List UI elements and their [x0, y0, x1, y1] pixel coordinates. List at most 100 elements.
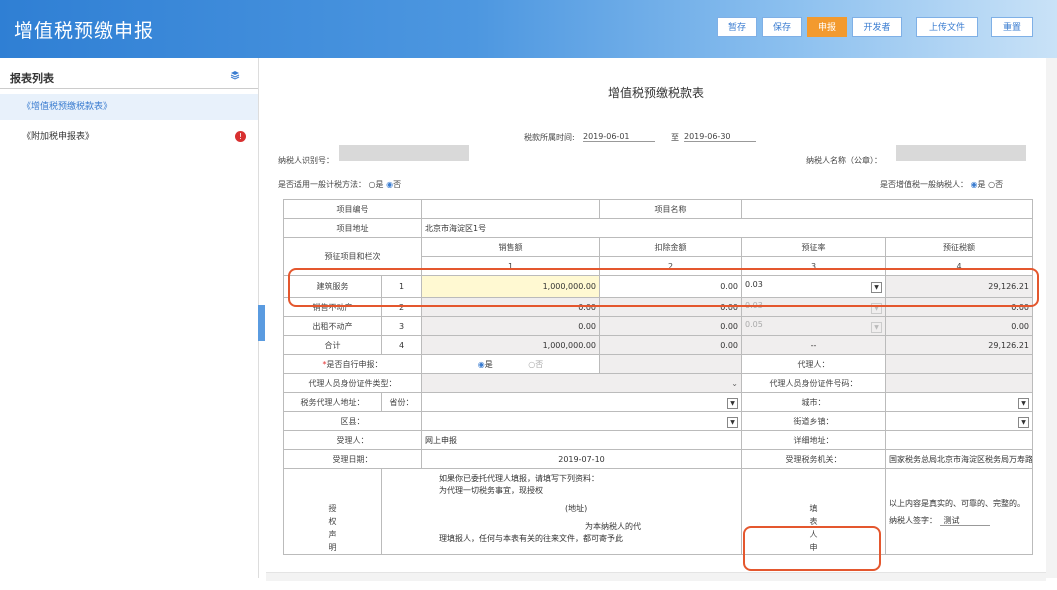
col-header-rate: 预征率 — [741, 237, 886, 257]
submit-button[interactable]: 申报 — [807, 17, 847, 37]
self-declare-spacer — [599, 354, 742, 374]
signature-row: 纳税人签字： 测试 — [889, 515, 1029, 526]
save-temp-button[interactable]: 暂存 — [717, 17, 757, 37]
district-label: 区县： — [283, 411, 422, 431]
sidebar-header: 报表列表 — [0, 64, 258, 89]
sidebar: 报表列表 《增值税预缴税款表》 《附加税申报表》 ! — [0, 58, 259, 578]
sales-total: 1,000,000.00 — [421, 335, 600, 355]
dropdown-arrow-icon[interactable]: ▼ — [727, 397, 738, 409]
agent-addr-label: 税务代理人地址： — [283, 392, 382, 412]
save-button[interactable]: 保存 — [762, 17, 802, 37]
district-select[interactable]: ▼ — [421, 411, 742, 431]
col-header-tax: 预征税额 — [885, 237, 1033, 257]
detail-addr-field[interactable] — [885, 430, 1033, 450]
chevron-down-icon: ⌄ — [731, 378, 738, 388]
detail-addr-label: 详细地址： — [741, 430, 886, 450]
street-label: 街道乡镇： — [741, 411, 886, 431]
row-name: 合计 — [283, 335, 382, 355]
horizontal-scrollbar[interactable] — [266, 572, 1046, 581]
period-end-field[interactable]: 2019-06-30 — [684, 132, 756, 142]
general-method-label: 是否适用一般计税方法： ○是 ◉否 — [278, 180, 402, 189]
dropdown-arrow-icon[interactable]: ▼ — [727, 416, 738, 428]
agent-id-type-label: 代理人员身份证件类型： — [283, 373, 422, 393]
province-label: 省份： — [381, 392, 422, 412]
row-number: 4 — [381, 335, 422, 355]
row-number: 3 — [381, 316, 422, 336]
tax-office-value: 国家税务总局北京市海淀区税务局万寿路税务所 — [885, 449, 1033, 469]
sidebar-item-label: 《增值税预缴税款表》 — [22, 102, 113, 112]
street-select[interactable]: ▼ — [885, 411, 1033, 431]
agent-field — [885, 354, 1033, 374]
sidebar-item-vat-prepay[interactable]: 《增值税预缴税款表》 — [0, 94, 258, 120]
tax-total: 29,126.21 — [885, 335, 1033, 355]
auth-text: 如果你已委托代理人填报，请填写下列资料： 为代理一切税务事宜，现授权 (地址) … — [381, 468, 742, 555]
city-label: 城市： — [741, 392, 886, 412]
reset-button[interactable]: 重置 — [991, 17, 1033, 37]
city-select[interactable]: ▼ — [885, 392, 1033, 412]
accept-date-value: 2019-07-10 — [421, 449, 742, 469]
rate-total: -- — [741, 335, 886, 355]
taxpayer-id-label: 纳税人识别号： — [278, 156, 334, 165]
app-header: 增值税预缴申报 暂存 保存 申报 开发者 上传文件 重置 — [0, 0, 1057, 58]
col-header-deduct: 扣除金额 — [599, 237, 742, 257]
project-no-field[interactable] — [421, 199, 600, 219]
radio-no[interactable]: ○ — [988, 180, 995, 189]
form-area: 增值税预缴税款表 税款所属时间: 2019-06-01 至 2019-06-30… — [266, 58, 1046, 578]
col-header-sales: 销售额 — [421, 237, 600, 257]
general-taxpayer-label: 是否增值税一般纳税人： ◉是 ○否 — [880, 180, 1004, 189]
agent-id-no-field — [885, 373, 1033, 393]
handler-value: 网上申报 — [421, 430, 742, 450]
project-name-label: 项目名称 — [599, 199, 742, 219]
self-declare-options: ◉是 ○否 — [421, 354, 600, 374]
radio-yes[interactable]: ◉ — [971, 180, 978, 189]
app-title: 增值税预缴申报 — [14, 20, 155, 42]
form-title: 增值税预缴税款表 — [607, 86, 704, 100]
project-addr-label: 项目地址 — [283, 218, 422, 238]
developer-button[interactable]: 开发者 — [852, 17, 902, 37]
project-name-field[interactable] — [741, 199, 1033, 219]
row-name: 出租不动产 — [283, 316, 382, 336]
period-start-field[interactable]: 2019-06-01 — [583, 132, 655, 142]
prepay-table: 项目编号 项目名称 项目地址 北京市海淀区1号 预征项目和栏次 销售额 扣除金额… — [283, 199, 1033, 555]
sidebar-item-surtax[interactable]: 《附加税申报表》 ! — [0, 124, 258, 150]
vertical-scrollbar[interactable] — [1046, 58, 1057, 578]
signature-field[interactable]: 测试 — [939, 515, 990, 526]
accept-date-label: 受理日期： — [283, 449, 422, 469]
self-declare-label: *是否自行申报： — [283, 354, 422, 374]
dropdown-arrow-icon: ▼ — [871, 321, 882, 333]
self-declare-yes-radio[interactable]: ◉ — [478, 360, 485, 369]
sales-value: 0.00 — [421, 316, 600, 336]
dropdown-arrow-icon[interactable]: ▼ — [1018, 416, 1029, 428]
alert-badge: ! — [235, 131, 246, 142]
auth-label: 授权声明 — [283, 468, 382, 555]
project-no-label: 项目编号 — [283, 199, 422, 219]
period-to-label: 至 — [671, 133, 679, 142]
taxpayer-name-field[interactable] — [896, 145, 1026, 161]
agent-id-type-select: ⌄ — [421, 373, 742, 393]
upload-file-button[interactable]: 上传文件 — [916, 17, 978, 37]
tax-office-label: 受理税务机关： — [741, 449, 886, 469]
highlight-row-annotation — [288, 268, 1039, 307]
handler-label: 受理人： — [283, 430, 422, 450]
declaration-cell: 以上内容是真实的、可靠的、完整的。 纳税人签字： 测试 — [885, 468, 1033, 555]
dropdown-arrow-icon[interactable]: ▼ — [1018, 397, 1029, 409]
highlight-signature-annotation — [743, 526, 881, 571]
deduct-total: 0.00 — [599, 335, 742, 355]
sidebar-title: 报表列表 — [10, 72, 54, 85]
radio-yes[interactable]: ○ — [369, 180, 376, 189]
sidebar-collapse-handle[interactable] — [258, 305, 265, 341]
agent-label: 代理人： — [741, 354, 886, 374]
radio-no[interactable]: ◉ — [386, 180, 393, 189]
taxpayer-name-label: 纳税人名称（公章）： — [806, 156, 882, 165]
taxpayer-id-field[interactable] — [339, 145, 469, 161]
project-addr-value: 北京市海淀区1号 — [421, 218, 1033, 238]
deduct-value: 0.00 — [599, 316, 742, 336]
province-select[interactable]: ▼ — [421, 392, 742, 412]
agent-id-no-label: 代理人员身份证件号码： — [741, 373, 886, 393]
rate-select-disabled: 0.05 ▼ — [741, 316, 886, 336]
layers-icon[interactable] — [230, 70, 240, 80]
declaration-text: 以上内容是真实的、可靠的、完整的。 — [889, 498, 1025, 508]
period-label: 税款所属时间: — [524, 133, 575, 142]
sidebar-item-label: 《附加税申报表》 — [22, 132, 95, 142]
tax-value: 0.00 — [885, 316, 1033, 336]
